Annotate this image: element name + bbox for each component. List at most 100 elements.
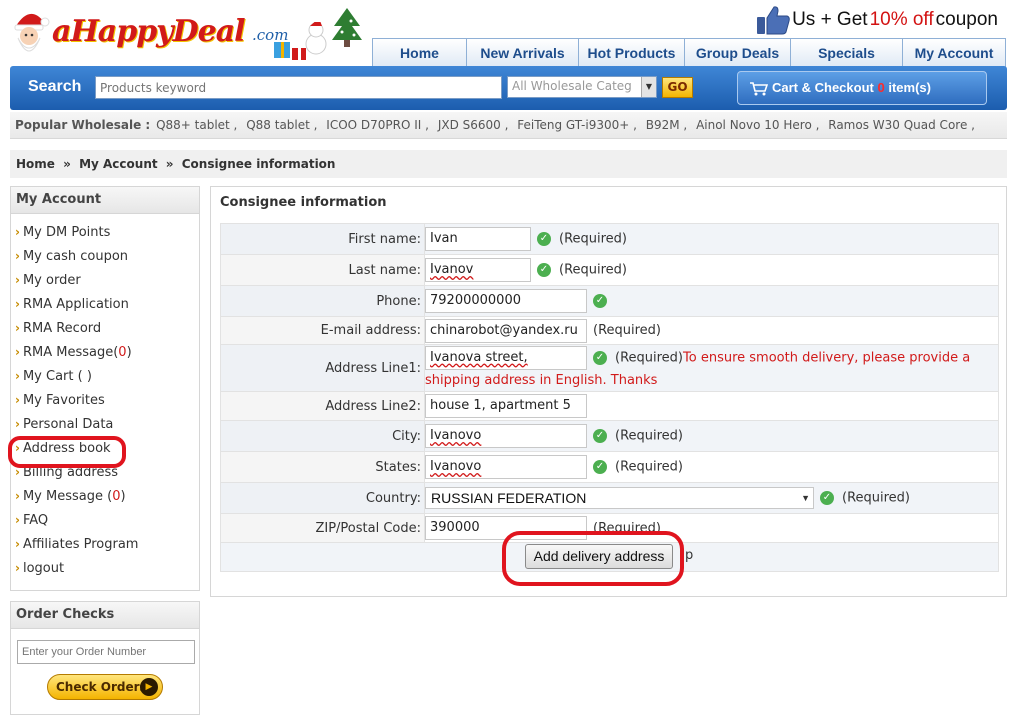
tab-home[interactable]: Home	[372, 38, 466, 67]
chevron-right-icon: ›	[15, 249, 20, 263]
sidebar-item-label: RMA Message(	[22, 345, 119, 360]
address-line1-label: Address Line1:	[220, 344, 425, 392]
popular-tag[interactable]: Ramos W30 Quad Core ,	[828, 118, 975, 132]
breadcrumb-separator: »	[165, 157, 174, 171]
required-note: (Required)	[559, 231, 628, 247]
required-note: (Required)	[593, 323, 662, 338]
obscured-text: p	[685, 548, 694, 563]
chevron-down-icon: ▼	[801, 493, 810, 503]
zip-label: ZIP/Postal Code:	[220, 513, 425, 543]
breadcrumb-current: Consignee information	[181, 157, 336, 171]
address-line1-field[interactable]: Ivanova street,	[425, 345, 587, 370]
sidebar-item-personal-data[interactable]: › Personal Data	[11, 414, 199, 438]
required-note: (Required)	[615, 428, 684, 444]
tab-my-account[interactable]: My Account	[902, 38, 1006, 67]
account-menu-title: My Account	[11, 187, 199, 214]
address-line2-field[interactable]: house 1, apartment 5	[425, 394, 587, 418]
sidebar-item-label-tail: )	[126, 345, 132, 360]
sidebar-item-favorites[interactable]: › My Favorites	[11, 390, 199, 414]
chevron-right-icon: ›	[15, 393, 20, 407]
chevron-right-icon: ›	[15, 225, 20, 239]
check-icon: ✓	[593, 429, 607, 443]
chevron-right-icon: ›	[15, 297, 20, 311]
go-button[interactable]: GO	[662, 77, 693, 98]
chevron-right-icon: ›	[15, 417, 20, 431]
thumbs-up-icon	[757, 6, 790, 35]
popular-tag[interactable]: Q88+ tablet ,	[156, 118, 237, 132]
country-value: RUSSIAN FEDERATION	[431, 490, 587, 506]
sidebar-item-logout[interactable]: › logout	[11, 558, 199, 582]
breadcrumb-home[interactable]: Home	[16, 157, 55, 171]
sidebar-item-rma-message[interactable]: › RMA Message(0)	[11, 342, 199, 366]
phone-field[interactable]: 79200000000	[425, 289, 587, 313]
state-field[interactable]: Ivanovo	[425, 455, 587, 479]
tab-hot-products[interactable]: Hot Products	[578, 38, 684, 67]
first-name-label: First name:	[220, 223, 425, 255]
check-icon: ✓	[537, 263, 551, 277]
required-note: (Required)	[615, 350, 684, 365]
sidebar-item-faq[interactable]: › FAQ	[11, 510, 199, 534]
popular-tag[interactable]: Ainol Novo 10 Hero ,	[696, 118, 819, 132]
city-field[interactable]: Ivanovo	[425, 424, 587, 448]
sidebar-item-label: My Cart ( )	[22, 369, 92, 384]
tab-new-arrivals[interactable]: New Arrivals	[466, 38, 578, 67]
chevron-right-icon: ›	[15, 513, 20, 527]
check-icon: ✓	[593, 460, 607, 474]
check-orders-button[interactable]: Check Orders ▶	[47, 674, 163, 700]
check-icon: ✓	[593, 350, 607, 365]
category-select[interactable]: All Wholesale Categ ▼	[507, 76, 657, 98]
english-address-warning: To ensure smooth delivery, please provid…	[683, 350, 971, 365]
cart-checkout-button[interactable]: Cart & Checkout 0 item(s)	[737, 71, 987, 105]
sidebar-item-affiliates[interactable]: › Affiliates Program	[11, 534, 199, 558]
check-icon: ✓	[593, 294, 607, 308]
cart-suffix: item(s)	[888, 80, 931, 95]
site-logo[interactable]: aHappyDeal .com	[10, 4, 362, 66]
sidebar-item-my-message[interactable]: › My Message (0)	[11, 486, 199, 510]
sidebar-item-dm-points[interactable]: › My DM Points	[11, 222, 199, 246]
popular-tag[interactable]: B92M ,	[646, 118, 687, 132]
sidebar-item-label: logout	[22, 561, 65, 576]
check-orders-label: Check Orders	[56, 680, 147, 694]
order-checks-title: Order Checks	[11, 602, 199, 629]
sidebar-item-label: My order	[22, 273, 81, 288]
country-select[interactable]: RUSSIAN FEDERATION ▼	[425, 487, 814, 509]
highlight-submit-button	[502, 531, 684, 586]
popular-wholesale: Popular Wholesale : Q88+ tablet , Q88 ta…	[10, 112, 1007, 139]
country-label: Country:	[220, 482, 425, 514]
sidebar-item-label-tail: )	[120, 489, 126, 504]
sidebar-item-label: Personal Data	[22, 417, 114, 432]
sidebar-item-label: FAQ	[22, 513, 49, 528]
required-note: (Required)	[615, 459, 684, 475]
chevron-right-icon: ›	[15, 345, 20, 359]
sidebar-item-rma-application[interactable]: › RMA Application	[11, 294, 199, 318]
required-note: (Required)	[842, 490, 911, 506]
christmas-tree-icon	[332, 8, 362, 47]
popular-tag[interactable]: JXD S6600 ,	[438, 118, 509, 132]
chevron-right-icon: ›	[15, 273, 20, 287]
sidebar-item-rma-record[interactable]: › RMA Record	[11, 318, 199, 342]
chevron-down-icon: ▼	[641, 77, 656, 97]
sidebar-item-label: My cash coupon	[22, 249, 129, 264]
search-input[interactable]	[95, 76, 502, 99]
breadcrumb-my-account[interactable]: My Account	[79, 157, 158, 171]
order-number-input[interactable]	[17, 640, 195, 664]
popular-tag[interactable]: ICOO D70PRO II ,	[326, 118, 429, 132]
account-menu: My Account › My DM Points › My cash coupon…	[10, 186, 200, 591]
cart-icon	[750, 81, 768, 96]
sidebar-item-label: RMA Record	[22, 321, 102, 336]
email-field[interactable]: chinarobot@yandex.ru	[425, 318, 587, 343]
first-name-field[interactable]: Ivan	[425, 227, 531, 251]
last-name-field[interactable]: Ivanov	[425, 258, 531, 282]
popular-tag[interactable]: FeiTeng GT-i9300+ ,	[517, 118, 637, 132]
page-title: Consignee information	[220, 195, 387, 210]
breadcrumb: Home » My Account » Consignee informatio…	[10, 150, 1007, 178]
popular-tag[interactable]: Q88 tablet ,	[246, 118, 317, 132]
cart-count: 0	[877, 80, 885, 95]
sidebar-item-cash-coupon[interactable]: › My cash coupon	[11, 246, 199, 270]
tab-specials[interactable]: Specials	[790, 38, 902, 67]
sidebar-item-my-order[interactable]: › My order	[11, 270, 199, 294]
tab-group-deals[interactable]: Group Deals	[684, 38, 790, 67]
chevron-right-icon: ›	[15, 369, 20, 383]
sidebar-item-my-cart[interactable]: › My Cart ( )	[11, 366, 199, 390]
like-promo[interactable]: Us + Get 10% off coupon	[756, 4, 998, 36]
